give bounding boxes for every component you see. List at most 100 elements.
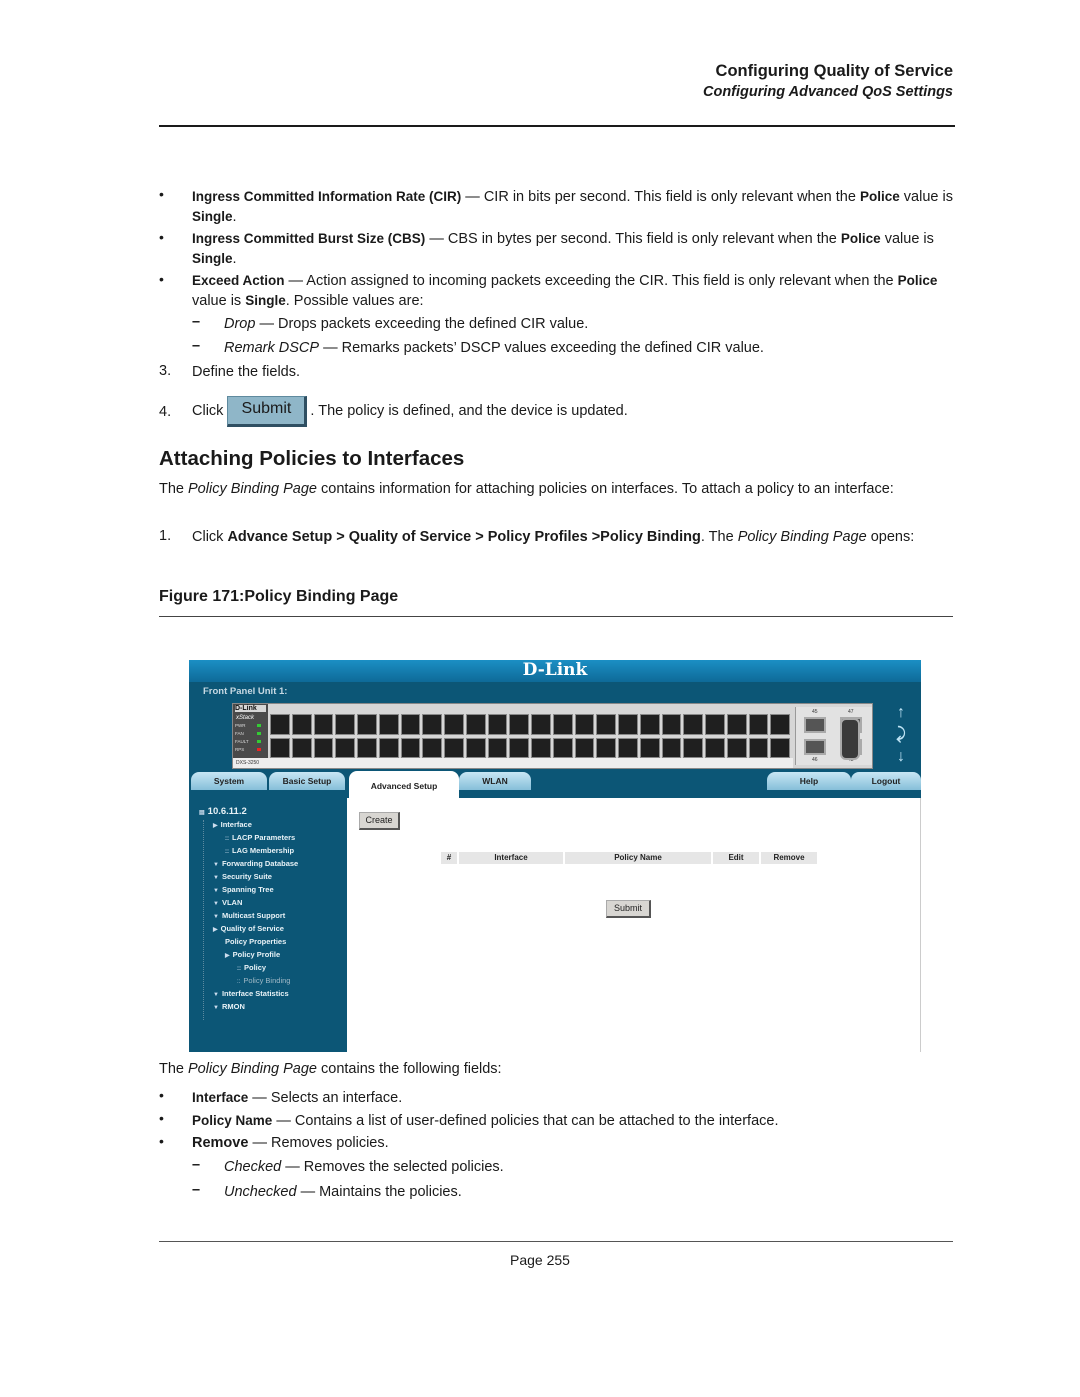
sidebar-item[interactable]: ▼ Interface Statistics <box>213 989 289 998</box>
sidebar-item[interactable]: ▤ 10.6.11.2 <box>199 806 247 817</box>
ethernet-port[interactable] <box>596 714 616 735</box>
ethernet-port[interactable] <box>748 714 769 735</box>
sidebar-item[interactable]: ▶ Interface <box>213 820 252 829</box>
ethernet-port[interactable] <box>705 714 725 735</box>
ethernet-port[interactable] <box>639 714 660 735</box>
sidebar-item[interactable]: :: Policy <box>237 963 266 972</box>
ethernet-port[interactable] <box>270 714 290 735</box>
sidebar-item[interactable]: Policy Properties <box>225 937 286 946</box>
arrow-up-icon[interactable]: ↑ <box>889 702 913 724</box>
ethernet-port[interactable] <box>270 737 290 758</box>
ethernet-port[interactable] <box>422 714 442 735</box>
column-header-number: # <box>441 852 457 864</box>
ethernet-port[interactable] <box>596 737 616 758</box>
sidebar-item[interactable]: :: Policy Binding <box>237 976 290 985</box>
ethernet-port[interactable] <box>291 737 312 758</box>
ethernet-port[interactable] <box>770 737 790 758</box>
field-text: value is <box>880 231 934 247</box>
sidebar-item[interactable]: ▼ Forwarding Database <box>213 859 298 868</box>
ethernet-port[interactable] <box>748 737 769 758</box>
sfp-port[interactable] <box>804 717 826 733</box>
refresh-icon[interactable]: ⤸ <box>889 724 913 746</box>
chapter-title: Configuring Quality of Service <box>715 62 953 80</box>
ethernet-port[interactable] <box>552 714 573 735</box>
create-button[interactable]: Create <box>359 812 400 830</box>
sidebar-item[interactable]: :: LAG Membership <box>225 846 294 855</box>
sidebar-item[interactable]: ▼ Security Suite <box>213 872 272 881</box>
tab-wlan[interactable]: WLAN <box>459 772 531 790</box>
ethernet-port[interactable] <box>531 714 551 735</box>
sidebar-item[interactable]: :: LACP Parameters <box>225 833 295 842</box>
combo-ports: 45 47 46 48 <box>795 707 872 765</box>
sidebar-item[interactable]: ▼ Spanning Tree <box>213 885 274 894</box>
ethernet-port[interactable] <box>378 714 399 735</box>
ethernet-port[interactable] <box>683 737 703 758</box>
ethernet-port[interactable] <box>400 714 421 735</box>
ethernet-port[interactable] <box>726 714 747 735</box>
field-term: Single <box>192 209 233 224</box>
figure-caption: Figure 171:Policy Binding Page <box>159 588 399 605</box>
field-term: Interface <box>192 1090 249 1105</box>
ethernet-port[interactable] <box>705 737 725 758</box>
ethernet-port[interactable] <box>487 737 508 758</box>
ethernet-port[interactable] <box>531 737 551 758</box>
submit-button-image[interactable]: Submit <box>227 395 308 427</box>
ethernet-port[interactable] <box>618 737 638 758</box>
ethernet-port[interactable] <box>313 737 334 758</box>
sidebar-item[interactable]: ▼ RMON <box>213 1002 245 1011</box>
ethernet-port[interactable] <box>357 714 377 735</box>
ethernet-port[interactable] <box>444 737 464 758</box>
step-post: . The policy is defined, and the device … <box>310 403 628 419</box>
field-term: Exceed Action <box>192 273 285 288</box>
tab-basic-setup[interactable]: Basic Setup <box>269 772 345 790</box>
ethernet-port[interactable] <box>444 714 464 735</box>
ethernet-port[interactable] <box>422 737 442 758</box>
ethernet-port[interactable] <box>574 737 595 758</box>
sidebar-item-label: Policy Profile <box>232 950 281 959</box>
ethernet-port[interactable] <box>378 737 399 758</box>
sidebar-item[interactable]: ▼ VLAN <box>213 898 242 907</box>
arrow-down-icon: ▼ <box>213 1005 219 1011</box>
ethernet-port[interactable] <box>313 714 334 735</box>
sidebar-item-label: Spanning Tree <box>221 885 274 894</box>
page-icon: :: <box>237 979 241 985</box>
ethernet-port[interactable] <box>357 737 377 758</box>
ethernet-port[interactable] <box>683 714 703 735</box>
ethernet-port[interactable] <box>400 737 421 758</box>
sfp-port[interactable] <box>804 739 826 755</box>
arrow-down-icon[interactable]: ↓ <box>889 746 913 768</box>
ethernet-port[interactable] <box>661 737 682 758</box>
ethernet-port[interactable] <box>335 737 355 758</box>
ethernet-port[interactable] <box>291 714 312 735</box>
submit-button[interactable]: Submit <box>606 900 651 918</box>
ethernet-port[interactable] <box>509 737 529 758</box>
page-icon: :: <box>225 849 229 855</box>
ethernet-port[interactable] <box>639 737 660 758</box>
ethernet-port[interactable] <box>552 737 573 758</box>
ethernet-port[interactable] <box>770 714 790 735</box>
ethernet-port[interactable] <box>509 714 529 735</box>
tab-logout[interactable]: Logout <box>851 772 921 790</box>
ethernet-port[interactable] <box>335 714 355 735</box>
ethernet-port[interactable] <box>465 737 486 758</box>
arrow-down-icon: ▼ <box>213 914 219 920</box>
ethernet-port[interactable] <box>465 714 486 735</box>
ethernet-port[interactable] <box>574 714 595 735</box>
tab-help[interactable]: Help <box>767 772 851 790</box>
ethernet-port[interactable] <box>661 714 682 735</box>
column-header-policy-name: Policy Name <box>565 852 711 864</box>
tab-advanced-setup[interactable]: Advanced Setup <box>349 771 459 799</box>
led-fan: FAN <box>235 731 244 736</box>
sidebar-item-label: Security Suite <box>221 872 272 881</box>
sidebar-item[interactable]: ▶ Policy Profile <box>225 950 280 959</box>
sidebar-item[interactable]: ▼ Multicast Support <box>213 911 285 920</box>
field-text: — Selects an interface. <box>248 1090 403 1106</box>
field-text: . Possible values are: <box>285 293 424 309</box>
ethernet-port[interactable] <box>487 714 508 735</box>
arrow-right-icon: ▶ <box>213 927 218 933</box>
sidebar-item[interactable]: ▶ Quality of Service <box>213 924 284 933</box>
switch-front-panel[interactable]: D-Link xStack PWR FAN FAULT RPS DXS-3250… <box>232 703 873 769</box>
ethernet-port[interactable] <box>726 737 747 758</box>
tab-system[interactable]: System <box>191 772 267 790</box>
ethernet-port[interactable] <box>618 714 638 735</box>
